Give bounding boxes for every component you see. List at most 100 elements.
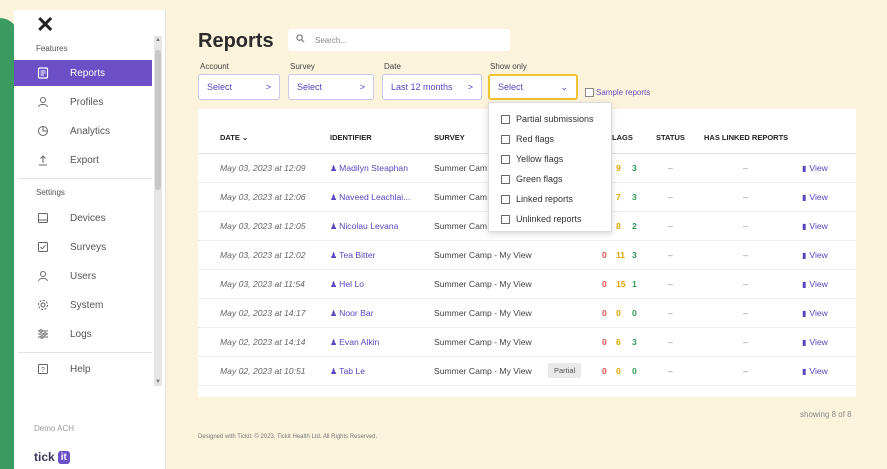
- sidebar-item-system[interactable]: System: [14, 292, 152, 318]
- sidebar-item-surveys[interactable]: Surveys: [14, 234, 152, 260]
- yellow-flag-count: 6: [616, 337, 621, 347]
- table-row[interactable]: May 02, 2023 at 10:51 ♟ Tab Le Summer Camp …: [198, 357, 856, 386]
- search-input[interactable]: Search...: [288, 29, 510, 51]
- table-row[interactable]: May 02, 2023 at 14:14 ♟ Evan Alkin Summer C…: [198, 328, 856, 357]
- sidebar-item-export[interactable]: Export: [14, 147, 152, 173]
- identifier-name: Nicolau Levana: [339, 221, 399, 231]
- survey-select[interactable]: Select >: [288, 74, 374, 100]
- row-date: May 02, 2023 at 14:14: [220, 337, 306, 347]
- footer-text: Designed with Tickit. © 2023, Tickit Hea…: [198, 434, 378, 440]
- checkbox[interactable]: [501, 174, 510, 184]
- sidebar-item-label: Export: [70, 154, 99, 166]
- green-flag-count: 0: [632, 308, 637, 318]
- account-select-value: Select: [207, 82, 233, 92]
- dropdown-option-unlinked-reports[interactable]: Unlinked reports: [489, 209, 611, 229]
- scroll-up-icon[interactable]: ▲: [155, 37, 161, 43]
- view-link[interactable]: ▮ View: [802, 308, 828, 318]
- view-label: View: [809, 337, 828, 347]
- dropdown-option-red-flags[interactable]: Red flags: [489, 129, 611, 149]
- scrollbar-thumb[interactable]: [155, 50, 161, 190]
- view-label: View: [809, 250, 828, 260]
- close-icon[interactable]: ✕: [36, 14, 54, 36]
- dropdown-option-partial-submissions[interactable]: Partial submissions: [489, 109, 611, 129]
- row-linked-reports: –: [743, 250, 748, 260]
- sample-reports-label: Sample reports: [596, 88, 651, 97]
- view-link[interactable]: ▮ View: [802, 163, 828, 173]
- option-label: Yellow flags: [516, 154, 564, 164]
- view-link[interactable]: ▮ View: [802, 337, 828, 347]
- show-only-dropdown: Partial submissions Red flags Yellow fla…: [488, 102, 612, 232]
- sidebar-item-reports[interactable]: Reports: [14, 60, 152, 86]
- sidebar-item-logs[interactable]: Logs: [14, 321, 152, 347]
- row-linked-reports: –: [743, 337, 748, 347]
- person-icon: ♟: [330, 308, 338, 318]
- row-survey: Summer Cam: [434, 163, 488, 173]
- identifier-link[interactable]: ♟ Tea Bitter: [330, 250, 375, 260]
- view-link[interactable]: ▮ View: [802, 279, 828, 289]
- checkbox[interactable]: [501, 134, 510, 144]
- row-date: May 03, 2023 at 12:06: [220, 192, 306, 202]
- view-link[interactable]: ▮ View: [802, 192, 828, 202]
- row-linked-reports: –: [743, 192, 748, 202]
- sample-reports-checkbox[interactable]: [585, 88, 594, 97]
- row-linked-reports: –: [743, 221, 748, 231]
- row-date: May 03, 2023 at 12:05: [220, 221, 306, 231]
- sidebar-item-profiles[interactable]: Profiles: [14, 89, 152, 115]
- dropdown-option-yellow-flags[interactable]: Yellow flags: [489, 149, 611, 169]
- checkbox[interactable]: [501, 214, 510, 224]
- sidebar-item-help[interactable]: ? Help: [14, 356, 152, 382]
- view-link[interactable]: ▮ View: [802, 221, 828, 231]
- sidebar-item-label: Devices: [70, 212, 106, 224]
- view-label: View: [809, 279, 828, 289]
- checkbox[interactable]: [501, 114, 510, 124]
- scroll-down-icon[interactable]: ▼: [155, 379, 161, 385]
- red-flag-count: 0: [602, 366, 607, 376]
- checkbox[interactable]: [501, 194, 510, 204]
- option-label: Linked reports: [516, 194, 574, 204]
- view-link[interactable]: ▮ View: [802, 250, 828, 260]
- document-icon: ▮: [802, 250, 807, 260]
- view-link[interactable]: ▮ View: [802, 366, 828, 376]
- table-row[interactable]: May 03, 2023 at 11:54 ♟ Hel Lo Summer Camp …: [198, 270, 856, 299]
- sidebar-item-users[interactable]: Users: [14, 263, 152, 289]
- date-select[interactable]: Last 12 months >: [382, 74, 482, 100]
- search-placeholder: Search...: [315, 35, 348, 45]
- red-flag-count: 0: [602, 337, 607, 347]
- sidebar-scrollbar[interactable]: ▲ ▼: [154, 36, 162, 386]
- identifier-link[interactable]: ♟ Noor Bar: [330, 308, 374, 318]
- identifier-link[interactable]: ♟ Evan Alkin: [330, 337, 379, 347]
- document-icon: ▮: [802, 279, 807, 289]
- document-icon: ▮: [802, 163, 807, 173]
- sidebar-item-label: Users: [70, 270, 97, 282]
- page-title: Reports: [198, 30, 274, 52]
- show-only-select[interactable]: Select ⌄: [488, 74, 578, 100]
- column-header-date[interactable]: DATE ⌄: [220, 133, 248, 142]
- account-select[interactable]: Select >: [198, 74, 280, 100]
- identifier-link[interactable]: ♟ Hel Lo: [330, 279, 364, 289]
- person-icon: ♟: [330, 366, 338, 376]
- sidebar-item-analytics[interactable]: Analytics: [14, 118, 152, 144]
- show-only-filter-label: Show only: [490, 62, 527, 71]
- checkbox[interactable]: [501, 154, 510, 164]
- identifier-link[interactable]: ♟ Madilyn Steaphan: [330, 163, 408, 173]
- identifier-link[interactable]: ♟ Tab Le: [330, 366, 365, 376]
- row-survey: Summer Camp - My View: [434, 308, 532, 318]
- identifier-link[interactable]: ♟ Naveed Leachlai...: [330, 192, 410, 202]
- row-status: –: [668, 250, 673, 260]
- green-flag-count: 2: [632, 221, 637, 231]
- view-label: View: [809, 221, 828, 231]
- table-row[interactable]: May 03, 2023 at 12:02 ♟ Tea Bitter Summer C…: [198, 241, 856, 270]
- sidebar-item-label: Analytics: [70, 125, 111, 137]
- identifier-link[interactable]: ♟ Nicolau Levana: [330, 221, 398, 231]
- sidebar-item-devices[interactable]: Devices: [14, 205, 152, 231]
- dropdown-option-linked-reports[interactable]: Linked reports: [489, 189, 611, 209]
- yellow-flag-count: 11: [616, 250, 626, 260]
- dropdown-option-green-flags[interactable]: Green flags: [489, 169, 611, 189]
- identifier-name: Hel Lo: [339, 279, 365, 289]
- green-flag-count: 3: [632, 163, 637, 173]
- sample-reports-toggle[interactable]: Sample reports: [585, 88, 650, 97]
- view-label: View: [809, 366, 828, 376]
- option-label: Partial submissions: [516, 114, 594, 124]
- identifier-name: Tab Le: [339, 366, 365, 376]
- table-row[interactable]: May 02, 2023 at 14:17 ♟ Noor Bar Summer Cam…: [198, 299, 856, 328]
